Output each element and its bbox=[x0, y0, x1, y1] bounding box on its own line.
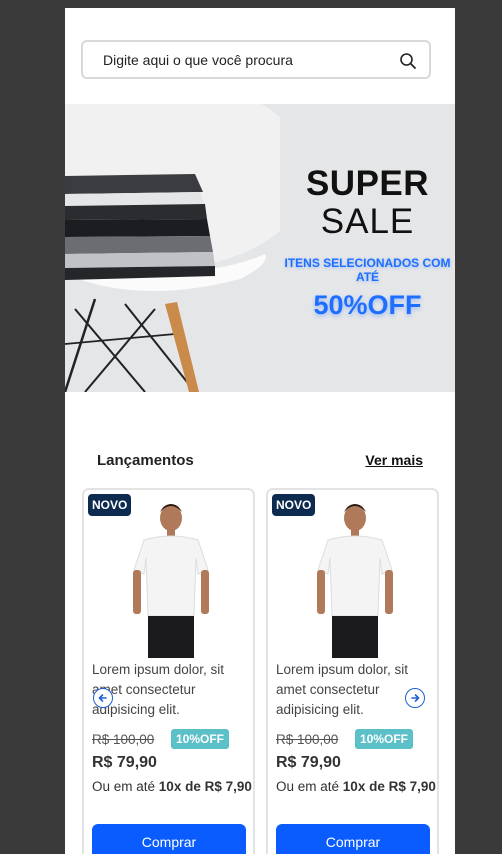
installment-text: Ou em até 10x de R$ 7,90 bbox=[92, 777, 252, 797]
installment-value: 10x de R$ 7,90 bbox=[158, 779, 252, 794]
carousel-next-button[interactable] bbox=[405, 688, 425, 708]
search-icon[interactable] bbox=[399, 52, 417, 70]
product-card[interactable]: NOVO Lorem ipsum dolor, sit amet consect… bbox=[82, 488, 255, 854]
search-box bbox=[81, 40, 431, 79]
product-image bbox=[133, 504, 209, 658]
sale-discount: 50%OFF bbox=[313, 290, 422, 320]
sale-text-block: SUPER SALE ITENS SELECIONADOS COM ATÉ 50… bbox=[280, 166, 455, 321]
sale-title: SUPER bbox=[305, 164, 430, 203]
sale-caption: ITENS SELECIONADOS COM ATÉ bbox=[284, 256, 451, 284]
product-card[interactable]: NOVO Lorem ipsum dolor, sit amet consect… bbox=[266, 488, 439, 854]
arrow-right-icon bbox=[411, 694, 420, 702]
promo-banner[interactable]: SUPER SALE ITENS SELECIONADOS COM ATÉ 50… bbox=[65, 104, 455, 392]
discount-badge: 10%OFF bbox=[355, 729, 414, 749]
banner-chair-clothes-image bbox=[65, 104, 280, 392]
carousel-prev-button[interactable] bbox=[93, 688, 113, 708]
section-header: Lançamentos Ver mais bbox=[97, 450, 423, 472]
arrow-left-icon bbox=[98, 694, 107, 702]
section-title: Lançamentos bbox=[97, 452, 194, 469]
installment-prefix: Ou em até bbox=[92, 779, 159, 794]
installment-text: Ou em até 10x de R$ 7,90 bbox=[276, 777, 436, 797]
mobile-page: SUPER SALE ITENS SELECIONADOS COM ATÉ 50… bbox=[65, 8, 455, 854]
see-more-link[interactable]: Ver mais bbox=[365, 452, 423, 468]
product-price: R$ 79,90 bbox=[92, 754, 157, 771]
buy-button[interactable]: Comprar bbox=[92, 824, 246, 854]
installment-value: 10x de R$ 7,90 bbox=[342, 779, 436, 794]
old-price: R$ 100,00 bbox=[92, 732, 155, 747]
discount-badge: 10%OFF bbox=[171, 729, 230, 749]
search-input[interactable] bbox=[103, 50, 393, 70]
installment-prefix: Ou em até bbox=[276, 779, 343, 794]
sale-subtitle: SALE bbox=[320, 202, 415, 241]
product-price: R$ 79,90 bbox=[276, 754, 341, 771]
product-image bbox=[317, 504, 393, 658]
product-description: Lorem ipsum dolor, sit amet consectetur … bbox=[92, 662, 225, 717]
buy-button[interactable]: Comprar bbox=[276, 824, 430, 854]
old-price: R$ 100,00 bbox=[276, 732, 339, 747]
